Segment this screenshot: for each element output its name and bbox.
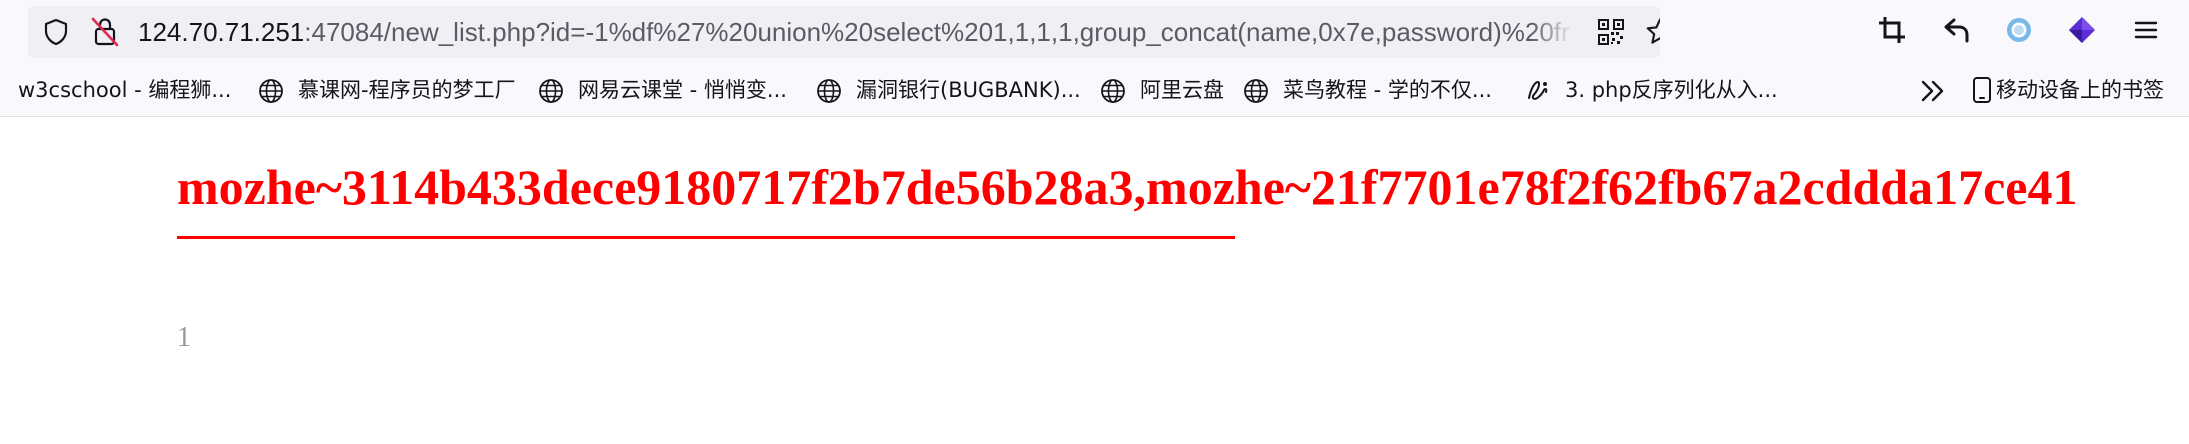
query-result-text: mozhe~3114b433dece9180717f2b7de56b28a3,m…: [177, 159, 2078, 215]
result-underline: [177, 236, 1235, 239]
globe-icon: [1244, 79, 1268, 103]
qr-code-icon[interactable]: [1598, 19, 1624, 45]
globe-icon: [259, 79, 283, 103]
globe-icon: [817, 79, 841, 103]
page-number: 1: [177, 322, 191, 353]
url-host: 124.70.71.251: [138, 17, 305, 47]
bookmark-label: w3cschool - 编程狮...: [18, 78, 232, 102]
extension-circle-icon[interactable]: [2004, 15, 2034, 45]
mobile-bookmarks-label: 移动设备上的书签: [1996, 78, 2164, 102]
shield-icon[interactable]: [42, 18, 70, 46]
url-field[interactable]: 124.70.71.251:47084/new_list.php?id=-1%d…: [138, 17, 1574, 47]
undo-icon[interactable]: [1942, 15, 1972, 45]
chevron-overflow-icon[interactable]: [1918, 78, 1948, 104]
extension-cube-icon[interactable]: [2067, 15, 2097, 45]
bookmark-label: 慕课网-程序员的梦工厂: [298, 78, 516, 102]
globe-icon: [539, 79, 563, 103]
bookmarks-toolbar: w3cschool - 编程狮... 慕课网-程序员的梦工厂 网易云课堂 - 悄…: [0, 64, 2189, 117]
bookmark-star-icon[interactable]: [1645, 17, 1660, 47]
screenshot-crop-icon[interactable]: [1877, 15, 1907, 45]
address-bar[interactable]: 124.70.71.251:47084/new_list.php?id=-1%d…: [28, 6, 1660, 58]
menu-icon[interactable]: [2131, 15, 2161, 45]
bookmark-label: 3. php反序列化从入...: [1565, 78, 1778, 102]
browser-toolbar: 124.70.71.251:47084/new_list.php?id=-1%d…: [0, 0, 2189, 64]
insecure-lock-icon[interactable]: [90, 16, 120, 48]
url-path: :47084/new_list.php?id=-1%df%27%20union%…: [304, 17, 1570, 47]
bookmark-label: 网易云课堂 - 悄悄变...: [578, 78, 787, 102]
site-logo-icon: [1528, 80, 1548, 100]
mobile-device-icon: [1973, 77, 1991, 103]
globe-icon: [1101, 79, 1125, 103]
bookmark-label: 漏洞银行(BUGBANK)...: [856, 78, 1081, 102]
bookmark-label: 菜鸟教程 - 学的不仅...: [1283, 78, 1492, 102]
page-content: mozhe~3114b433dece9180717f2b7de56b28a3,m…: [0, 117, 2189, 444]
bookmark-label: 阿里云盘: [1140, 78, 1224, 102]
